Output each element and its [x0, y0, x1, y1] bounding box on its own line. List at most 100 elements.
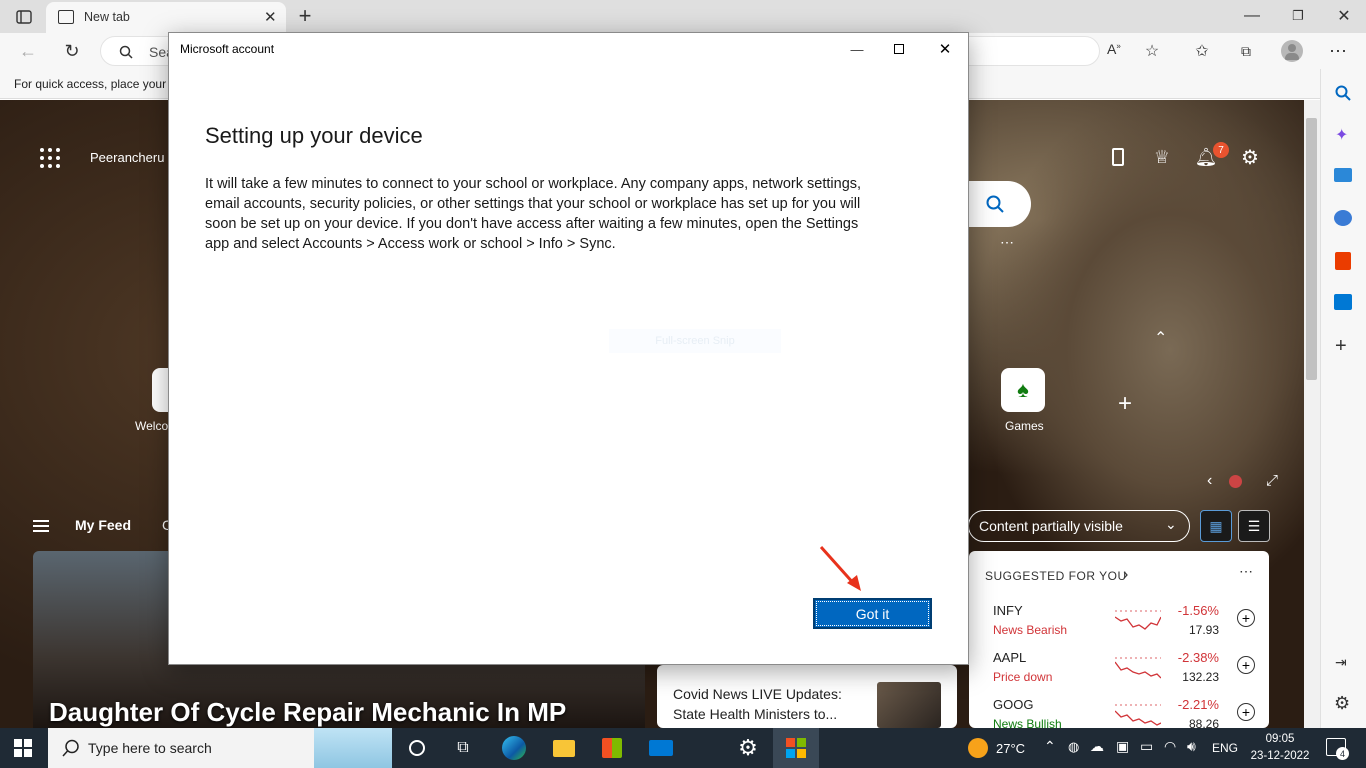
add-shortcut-icon[interactable]: +: [1118, 390, 1132, 418]
tab-title: New tab: [84, 10, 130, 24]
settings-gear-icon[interactable]: ⚙: [1238, 146, 1262, 169]
language-indicator[interactable]: ENG: [1212, 741, 1238, 755]
web-search-box[interactable]: [960, 181, 1031, 227]
search-submit-icon[interactable]: [986, 195, 1004, 213]
my-feed-tab[interactable]: My Feed: [75, 517, 131, 533]
new-tab-page-icon: [58, 10, 74, 24]
shopping-icon[interactable]: [1334, 168, 1352, 182]
outlook-icon[interactable]: [1334, 294, 1352, 310]
tray-app-icon[interactable]: ▣: [1116, 738, 1129, 755]
location-tray-icon[interactable]: ◍: [1068, 739, 1079, 755]
refresh-icon[interactable]: ↻: [60, 39, 84, 63]
profile-avatar[interactable]: [1281, 40, 1303, 62]
stocks-more-icon[interactable]: ⋯: [1239, 563, 1253, 580]
wifi-icon[interactable]: ◠: [1164, 738, 1176, 755]
edge-taskbar-icon[interactable]: [491, 728, 537, 768]
action-center-icon[interactable]: 4: [1326, 738, 1349, 760]
stock-row-infy[interactable]: INFY News Bearish -1.56% 17.93 +: [985, 603, 1255, 643]
news-card-covid[interactable]: Covid News LIVE Updates: State Health Mi…: [657, 665, 957, 728]
sidebar-add-icon[interactable]: +: [1335, 335, 1347, 358]
phone-icon[interactable]: [1112, 148, 1124, 166]
microsoft-account-taskbar-icon[interactable]: [773, 728, 819, 768]
grid-layout-icon[interactable]: ▦: [1200, 510, 1232, 542]
content-visibility-dropdown[interactable]: Content partially visible ⌄: [968, 510, 1190, 542]
clock-time: 09:05: [1265, 733, 1295, 745]
quicklink-welcome-label: Welco: [135, 419, 169, 433]
tab-new-tab[interactable]: New tab ✕: [46, 2, 286, 33]
dialog-minimize-icon[interactable]: —: [845, 39, 869, 59]
search-highlight-image: [314, 728, 392, 768]
clock-date: 23-12-2022: [1250, 750, 1310, 762]
tab-strip: New tab ✕ + — ❐ ✕: [0, 0, 1366, 33]
tab-actions-icon[interactable]: [12, 6, 36, 28]
stock-row-aapl[interactable]: AAPL Price down -2.38% 132.23 +: [985, 650, 1255, 690]
favorites-icon[interactable]: ✩: [1190, 39, 1214, 63]
search-more-icon[interactable]: ⋯: [1000, 234, 1014, 251]
sidebar-settings-icon[interactable]: ⚙: [1334, 693, 1350, 714]
onedrive-icon[interactable]: ☁: [1090, 738, 1104, 755]
show-hidden-icons-icon[interactable]: ⌃: [1044, 738, 1056, 755]
quicklink-games-label: Games: [1005, 419, 1044, 433]
add-stock-icon[interactable]: +: [1237, 703, 1255, 721]
got-it-button[interactable]: Got it: [813, 598, 932, 629]
stock-sparkline: [1115, 704, 1161, 726]
stock-sparkline: [1115, 657, 1161, 679]
volume-icon[interactable]: 🔊︎: [1187, 738, 1196, 755]
edge-sidebar: ✦ + ⇥ ⚙: [1320, 69, 1366, 728]
scrollbar-thumb[interactable]: [1306, 118, 1317, 380]
chevron-up-icon[interactable]: ⌃: [1154, 328, 1167, 348]
mail-icon[interactable]: [638, 728, 684, 768]
more-menu-icon[interactable]: ⋯: [1326, 39, 1350, 63]
add-stock-icon[interactable]: +: [1237, 609, 1255, 627]
chevron-right-icon[interactable]: ›: [1123, 566, 1128, 584]
taskbar-search-icon: [62, 739, 79, 757]
collections-icon[interactable]: ⧉: [1234, 39, 1258, 63]
read-aloud-icon[interactable]: A»: [1107, 41, 1121, 57]
battery-icon[interactable]: ▭: [1140, 738, 1153, 755]
close-window-icon[interactable]: ✕: [1332, 4, 1356, 28]
dialog-body-text: It will take a few minutes to connect to…: [205, 176, 862, 252]
add-stock-icon[interactable]: +: [1237, 656, 1255, 674]
minimize-icon[interactable]: —: [1240, 4, 1264, 28]
expand-icon[interactable]: ⤢: [1266, 472, 1278, 489]
discover-icon[interactable]: ✦: [1335, 125, 1348, 145]
list-layout-icon[interactable]: ☰: [1238, 510, 1270, 542]
hide-sidebar-icon[interactable]: ⇥: [1335, 654, 1347, 671]
task-view-icon[interactable]: ⧉: [440, 728, 486, 768]
dialog-heading: Setting up your device: [205, 123, 423, 148]
stocks-card: SUGGESTED FOR YOU › ⋯ INFY News Bearish …: [969, 551, 1269, 728]
feed-menu-icon[interactable]: [33, 520, 49, 532]
store-icon[interactable]: [589, 728, 635, 768]
dialog-maximize-icon[interactable]: [894, 44, 904, 54]
stock-change: -1.56%: [1177, 603, 1219, 618]
new-tab-plus-icon[interactable]: +: [292, 3, 318, 28]
weather-temperature[interactable]: 27°C: [996, 741, 1025, 756]
apps-grid-icon[interactable]: [40, 148, 64, 168]
snip-overlay-text: Full-screen Snip: [609, 329, 781, 353]
dialog-close-icon[interactable]: ✕: [933, 39, 957, 59]
office-icon[interactable]: [1335, 252, 1351, 270]
rewards-icon[interactable]: ♕: [1150, 146, 1174, 168]
file-explorer-icon[interactable]: [541, 728, 587, 768]
stock-change: -2.38%: [1177, 650, 1219, 665]
add-favorite-icon[interactable]: ☆: [1140, 39, 1164, 63]
cortana-icon[interactable]: [394, 728, 440, 768]
clock[interactable]: 09:05 23-12-2022: [1248, 731, 1312, 765]
dialog-title: Microsoft account: [180, 42, 275, 56]
tools-icon[interactable]: [1334, 210, 1352, 226]
settings-taskbar-icon[interactable]: ⚙: [725, 728, 771, 768]
back-icon[interactable]: ←: [16, 39, 40, 63]
restore-icon[interactable]: ❐: [1286, 4, 1310, 28]
background-info-icon[interactable]: [1229, 475, 1242, 488]
notification-count-badge: 7: [1213, 142, 1229, 158]
games-icon[interactable]: ♠: [1001, 368, 1045, 412]
action-center-count: 4: [1336, 747, 1349, 760]
chevron-left-icon[interactable]: ‹: [1207, 472, 1212, 490]
stock-row-goog[interactable]: GOOG News Bullish -2.21% 88.26 +: [985, 697, 1255, 728]
sidebar-search-icon[interactable]: [1335, 85, 1351, 101]
close-tab-icon[interactable]: ✕: [264, 8, 277, 26]
location-text[interactable]: Peerancheru: [90, 150, 164, 165]
taskbar-search-box[interactable]: Type here to search: [48, 728, 392, 768]
windows-start-icon[interactable]: [0, 728, 46, 768]
weather-sun-icon[interactable]: [968, 738, 988, 758]
